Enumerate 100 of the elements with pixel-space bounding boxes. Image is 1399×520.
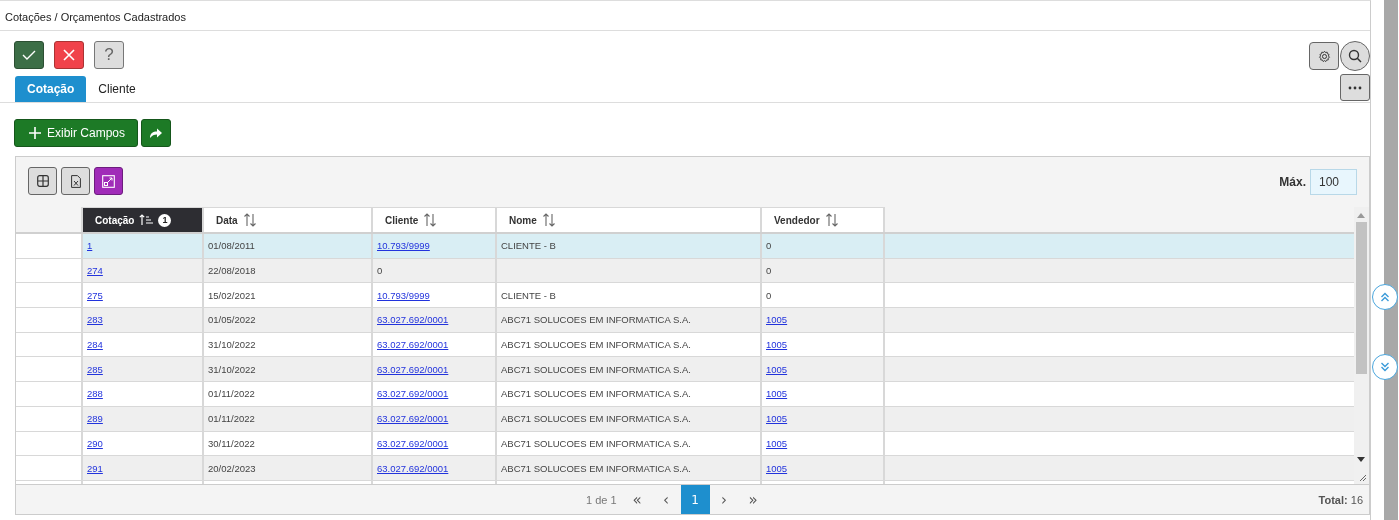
table-link[interactable]: 63.027.692/0001 [377, 314, 449, 326]
table-cell: 0 [766, 240, 772, 252]
more-icon [1348, 85, 1362, 90]
table-cell: 01/11/2022 [208, 413, 255, 425]
table-row[interactable]: 1 01/08/2011 10.793/9999 CLIENTE - B 0 [16, 234, 1354, 259]
resize-grip-icon [1357, 472, 1367, 482]
table-cell: 01/11/2022 [208, 388, 255, 400]
column-label: Vendedor [774, 214, 820, 226]
confirm-button[interactable] [14, 41, 44, 69]
table-row[interactable]: 290 30/11/2022 63.027.692/0001 ABC71 SOLUCOES EM INFORMATICA S.A. 1005 [16, 431, 1354, 457]
expand-button[interactable] [94, 167, 123, 195]
table-link[interactable]: 63.027.692/0001 [377, 388, 449, 400]
sort-ascending-icon [139, 214, 154, 226]
plus-icon [29, 127, 41, 139]
table-link[interactable]: 288 [87, 388, 103, 400]
table-link[interactable]: 63.027.692/0001 [377, 437, 449, 449]
settings-button[interactable] [1309, 42, 1339, 70]
table-link[interactable]: 63.027.692/0001 [377, 413, 449, 425]
max-field[interactable]: 100 [1310, 169, 1357, 195]
table-link[interactable]: 1005 [766, 413, 788, 425]
page-scrollbar[interactable] [1384, 0, 1398, 520]
last-page-button[interactable]: » [738, 485, 768, 514]
search-button[interactable] [1340, 41, 1370, 71]
more-button[interactable] [1340, 74, 1370, 101]
table-row[interactable]: 289 01/11/2022 63.027.692/0001 ABC71 SOLUCOES EM INFORMATICA S.A. 1005 [16, 406, 1354, 432]
table-row[interactable]: 284 31/10/2022 63.027.692/0001 ABC71 SOLUCOES EM INFORMATICA S.A. 1005 [16, 332, 1354, 358]
table-link[interactable]: 10.793/9999 [377, 289, 430, 301]
share-arrow-icon [149, 127, 164, 139]
scrollbar[interactable] [1354, 207, 1369, 484]
column-header[interactable]: Data [204, 207, 373, 232]
max-label: Máx. [1279, 175, 1306, 189]
table-link[interactable]: 291 [87, 462, 103, 474]
table-link[interactable]: 284 [87, 339, 103, 351]
check-icon [22, 49, 36, 61]
cancel-button[interactable] [54, 41, 84, 69]
table-link[interactable]: 1005 [766, 462, 788, 474]
scroll-bottom-button[interactable] [1372, 354, 1398, 380]
column-header[interactable]: Cliente [373, 207, 497, 232]
table-row[interactable]: 285 31/10/2022 63.027.692/0001 ABC71 SOLUCOES EM INFORMATICA S.A. 1005 [16, 357, 1354, 383]
table-row[interactable]: 291 20/02/2023 63.027.692/0001 ABC71 SOLUCOES EM INFORMATICA S.A. 1005 [16, 456, 1354, 481]
table-link[interactable]: 1005 [766, 437, 788, 449]
table-link[interactable]: 274 [87, 265, 103, 277]
table-link[interactable]: 1005 [766, 314, 788, 326]
show-fields-button[interactable]: Exibir Campos [14, 119, 139, 147]
column-header[interactable]: Cotação 1 [83, 207, 204, 232]
grid-view-button[interactable] [28, 167, 57, 195]
expand-icon [102, 174, 115, 188]
spreadsheet-file-icon [70, 174, 81, 188]
table-link[interactable]: 63.027.692/0001 [377, 462, 449, 474]
close-icon [63, 49, 75, 61]
column-label: Nome [509, 214, 537, 226]
column-label: Cotação [95, 214, 135, 226]
sort-icon [242, 213, 257, 227]
tab[interactable]: Cliente [86, 76, 148, 102]
table-link[interactable]: 1005 [766, 388, 788, 400]
table-row[interactable]: 275 15/02/2021 10.793/9999 CLIENTE - B 0 [16, 283, 1354, 309]
first-page-button[interactable]: « [622, 485, 652, 514]
table-cell: 0 [766, 289, 772, 301]
column-header[interactable]: Vendedor [762, 207, 885, 232]
settings-icon [1317, 49, 1331, 63]
sort-order-badge: 1 [158, 213, 172, 227]
table-link[interactable]: 283 [87, 314, 103, 326]
table-cell: 01/05/2022 [208, 314, 256, 326]
table-link[interactable]: 285 [87, 363, 103, 375]
page-button[interactable]: 1 [680, 485, 710, 514]
export-excel-button[interactable] [61, 167, 90, 195]
previous-page-button[interactable]: ‹ [651, 485, 681, 514]
table-cell: ABC71 SOLUCOES EM INFORMATICA S.A. [501, 314, 691, 326]
search-icon [1348, 49, 1362, 63]
help-button[interactable]: ? [94, 41, 124, 69]
page-info: 1 de 1 [586, 493, 617, 506]
table-link[interactable]: 1 [87, 240, 93, 252]
table-row[interactable]: 274 22/08/2018 0 0 [16, 258, 1354, 284]
next-page-button[interactable]: › [709, 485, 739, 514]
table-link[interactable]: 275 [87, 289, 103, 301]
table-link[interactable]: 63.027.692/0001 [377, 363, 449, 375]
tab[interactable]: Cotação [15, 76, 87, 102]
scroll-down-icon [1357, 457, 1365, 462]
column-label: Data [216, 214, 238, 226]
table-link[interactable]: 63.027.692/0001 [377, 339, 449, 351]
table-cell: ABC71 SOLUCOES EM INFORMATICA S.A. [501, 363, 691, 375]
column-label: Cliente [385, 214, 419, 226]
sort-icon [541, 213, 556, 227]
table-row[interactable]: 283 01/05/2022 63.027.692/0001 ABC71 SOLUCOES EM INFORMATICA S.A. 1005 [16, 308, 1354, 333]
share-button[interactable] [141, 119, 172, 147]
table-link[interactable]: 10.793/9999 [377, 240, 430, 252]
table-link[interactable]: 289 [87, 413, 103, 425]
table-cell: 20/02/2023 [208, 462, 256, 474]
table-cell: ABC71 SOLUCOES EM INFORMATICA S.A. [501, 388, 691, 400]
table-link[interactable]: 1005 [766, 363, 788, 375]
table-link[interactable]: 290 [87, 437, 103, 449]
column-header[interactable]: Nome [497, 207, 762, 232]
sort-icon [824, 213, 839, 227]
table-cell: 0 [766, 265, 772, 277]
table-row[interactable]: 288 01/11/2022 63.027.692/0001 ABC71 SOLUCOES EM INFORMATICA S.A. 1005 [16, 382, 1354, 407]
table-cell: 31/10/2022 [208, 339, 256, 351]
double-chevron-up-icon [1380, 292, 1390, 302]
table-link[interactable]: 1005 [766, 339, 788, 351]
scroll-top-button[interactable] [1372, 284, 1398, 310]
total-count: Total: 16 [1318, 493, 1363, 506]
